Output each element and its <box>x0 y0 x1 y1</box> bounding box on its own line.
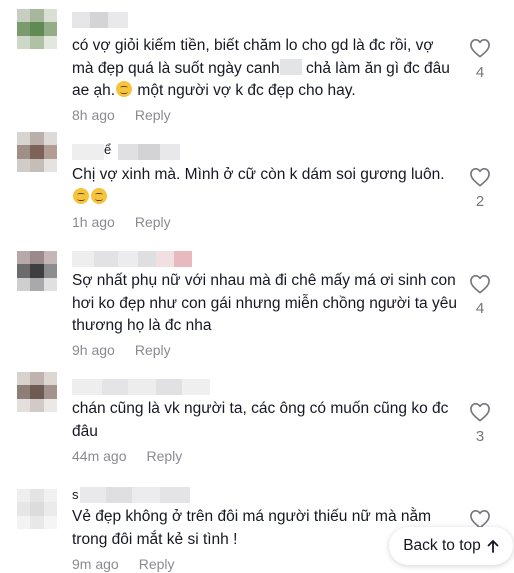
comment-time: 8h ago <box>72 107 115 123</box>
like-count: 3 <box>475 428 485 445</box>
username-redacted[interactable] <box>72 250 192 268</box>
like-count: 4 <box>475 64 485 81</box>
username-fragment: ể <box>104 142 112 157</box>
avatar[interactable] <box>17 9 57 49</box>
username-redacted[interactable] <box>72 11 128 29</box>
comment-meta: 1h ago Reply <box>72 214 171 230</box>
comment-meta: 8h ago Reply <box>72 107 171 123</box>
username-fragment: s <box>72 487 79 502</box>
username-redacted[interactable] <box>72 378 210 396</box>
comment-time: 9m ago <box>72 556 119 572</box>
like-count: 2 <box>475 193 485 210</box>
comment-meta: 9m ago Reply <box>72 556 175 572</box>
avatar[interactable] <box>17 489 57 529</box>
like-button[interactable]: 4 <box>466 274 494 317</box>
pensive-emoji-icon <box>73 187 89 204</box>
comment-time: 44m ago <box>72 448 127 464</box>
arrow-up-icon <box>487 540 499 553</box>
avatar[interactable] <box>17 132 57 172</box>
comment-text: Chị vợ xinh mà. Mình ở cữ còn k dám soi … <box>72 164 458 209</box>
heart-outline-icon <box>470 275 490 294</box>
heart-outline-icon <box>470 39 490 58</box>
comment-time: 1h ago <box>72 214 115 230</box>
grinning-sweat-emoji-icon <box>116 81 133 97</box>
comment-meta: 9h ago Reply <box>72 342 171 358</box>
redacted-text <box>279 58 302 75</box>
comment-time: 9h ago <box>72 342 115 358</box>
like-button[interactable]: 2 <box>466 167 494 210</box>
reply-button[interactable]: Reply <box>135 107 171 123</box>
heart-outline-icon <box>470 510 490 529</box>
comment-text: có vợ giỏi kiếm tiền, biết chăm lo cho g… <box>72 37 455 99</box>
heart-outline-icon <box>470 403 490 422</box>
username-redacted[interactable]: s <box>72 486 190 504</box>
comment-text: Sợ nhất phụ nữ với nhau mà đi chê mấy má… <box>72 272 462 334</box>
comment-meta: 44m ago Reply <box>72 448 182 464</box>
like-button[interactable]: 4 <box>466 38 494 81</box>
avatar[interactable] <box>17 372 57 412</box>
heart-outline-icon <box>470 168 490 187</box>
like-button[interactable] <box>466 509 494 529</box>
back-to-top-label: Back to top <box>403 537 481 554</box>
like-button[interactable]: 3 <box>466 402 494 445</box>
reply-button[interactable]: Reply <box>139 556 175 572</box>
reply-button[interactable]: Reply <box>146 448 182 464</box>
reply-button[interactable]: Reply <box>135 342 171 358</box>
pensive-emoji-icon <box>91 187 107 204</box>
like-count: 4 <box>475 300 485 317</box>
back-to-top-button[interactable]: Back to top <box>389 527 513 565</box>
username-redacted[interactable]: ể <box>72 143 180 161</box>
avatar[interactable] <box>17 251 57 291</box>
reply-button[interactable]: Reply <box>135 214 171 230</box>
comment-text: chán cũng là vk người ta, các ông có muố… <box>72 400 453 440</box>
